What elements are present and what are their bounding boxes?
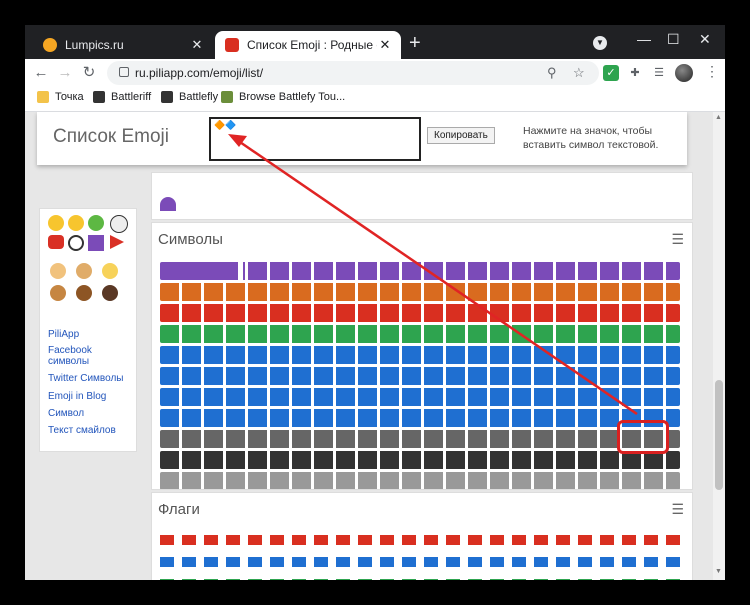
sidebar-link-emoji-blog[interactable]: Emoji in Blog <box>48 391 106 402</box>
scroll-up-icon[interactable]: ▲ <box>715 114 722 121</box>
recycle-symbol-row[interactable] <box>160 325 680 343</box>
maximize-icon[interactable]: ☐ <box>667 31 680 48</box>
forward-icon[interactable]: → <box>55 63 75 83</box>
bookmark-battlefy[interactable]: Browse Battlefy Tou... <box>221 91 345 103</box>
sidebar: PiliApp Facebook символы Twitter Символы… <box>39 208 137 452</box>
new-tab-button[interactable]: + <box>409 33 421 53</box>
hint-text: Нажмите на значок, чтобы вставить символ… <box>523 125 659 151</box>
extension-check-icon[interactable]: ✓ <box>603 65 619 81</box>
folder-icon <box>37 91 49 103</box>
bookmark-label: Точка <box>55 91 84 103</box>
address-bar[interactable]: ru.piliapp.com/emoji/list/ ⚲ ☆ <box>107 61 599 85</box>
selected-diamond-highlight <box>617 420 669 454</box>
tab-search-icon[interactable]: ▼ <box>593 36 607 50</box>
tab-title: Список Emoji : Родные символы <box>247 38 377 52</box>
flag-row[interactable] <box>160 579 680 580</box>
minimize-icon[interactable]: — <box>637 31 651 47</box>
toolbar: ← → ↻ ru.piliapp.com/emoji/list/ ⚲ ☆ ✓ ✚… <box>25 59 725 87</box>
page-content: Список Emoji 🔶🔷 Копировать Нажмите на зн… <box>25 112 713 580</box>
browser-window: Lumpics.ru ✕ Список Emoji : Родные симво… <box>25 25 725 580</box>
sidebar-link-symbol[interactable]: Символ <box>48 408 84 419</box>
previous-emoji-panel <box>151 172 693 220</box>
zodiac-symbol-row[interactable] <box>160 262 680 280</box>
copy-button[interactable]: Копировать <box>427 127 495 144</box>
flags-section: Флаги ☰ <box>151 492 693 580</box>
sidebar-people-preview[interactable] <box>46 263 130 303</box>
emoji-textarea[interactable]: 🔶🔷 <box>209 117 421 161</box>
bookmarks-bar: Точка Battleriff Battlefly Browse Battle… <box>25 87 725 112</box>
battleriff-icon <box>93 91 105 103</box>
sidebar-link-twitter[interactable]: Twitter Символы <box>48 373 123 384</box>
section-menu-icon[interactable]: ☰ <box>671 231 684 248</box>
emoji-input-value: 🔶🔷 <box>214 120 237 130</box>
section-menu-icon[interactable]: ☰ <box>671 501 684 518</box>
bookmark-tochka[interactable]: Точка <box>37 91 84 103</box>
search-icon[interactable]: ⚲ <box>547 65 557 81</box>
clock-symbol-row[interactable] <box>160 472 680 489</box>
menu-icon[interactable]: ⋮ <box>705 63 719 80</box>
close-window-icon[interactable]: ✕ <box>699 31 711 48</box>
sidebar-emoji-preview[interactable] <box>46 215 130 253</box>
piliapp-favicon-icon <box>225 38 239 52</box>
reload-icon[interactable]: ↻ <box>79 63 99 83</box>
tab-strip: Lumpics.ru ✕ Список Emoji : Родные симво… <box>25 25 725 59</box>
tab-close-icon[interactable]: ✕ <box>189 37 205 53</box>
bookmark-battlefly[interactable]: Battlefly <box>161 91 218 103</box>
bookmark-label: Battlefly <box>179 91 219 103</box>
profile-avatar[interactable] <box>675 64 693 82</box>
warning-symbol-row[interactable] <box>160 304 680 322</box>
symbols-section: Символы ☰ <box>151 222 693 490</box>
lock-icon <box>119 67 129 77</box>
tab-lumpics[interactable]: Lumpics.ru ✕ <box>33 31 213 59</box>
sidebar-link-text-smileys[interactable]: Текст смайлов <box>48 425 116 436</box>
bookmark-battleriff[interactable]: Battleriff <box>93 91 151 103</box>
battlefly-icon <box>161 91 173 103</box>
japanese-symbol-row[interactable] <box>160 283 680 301</box>
back-icon[interactable]: ← <box>31 63 51 83</box>
section-title: Флаги <box>158 501 200 518</box>
flag-row[interactable] <box>160 557 680 567</box>
sign-symbol-row[interactable] <box>160 451 680 469</box>
tab-close-icon[interactable]: ✕ <box>377 37 393 53</box>
sidebar-link-facebook[interactable]: Facebook символы <box>48 345 128 367</box>
flag-row[interactable] <box>160 535 680 545</box>
shape-symbol-row[interactable] <box>160 430 680 448</box>
control-symbol-row[interactable] <box>160 388 680 406</box>
bookmark-star-icon[interactable]: ☆ <box>573 65 585 81</box>
section-title: Символы <box>158 231 223 248</box>
sidebar-link-piliapp[interactable]: PiliApp <box>48 329 79 340</box>
transport-symbol-row[interactable] <box>160 346 680 364</box>
tab-emoji-list[interactable]: Список Emoji : Родные символы ✕ <box>215 31 401 59</box>
reading-list-icon[interactable]: ☰ <box>651 65 667 81</box>
umbrella-icon[interactable] <box>160 197 176 211</box>
page-title: Список Emoji <box>53 126 170 147</box>
url-text: ru.piliapp.com/emoji/list/ <box>135 66 264 80</box>
page-scrollbar[interactable]: ▲ ▼ <box>713 112 725 580</box>
bookmark-label: Battleriff <box>111 91 152 103</box>
bookmark-label: Browse Battlefy Tou... <box>239 91 346 103</box>
extensions-puzzle-icon[interactable]: ✚ <box>627 65 643 81</box>
lumpics-favicon-icon <box>43 38 57 52</box>
arrow-symbol-row[interactable] <box>160 367 680 385</box>
music-symbol-row[interactable] <box>160 409 680 427</box>
tab-title: Lumpics.ru <box>65 38 124 52</box>
emoji-input-header: Список Emoji 🔶🔷 Копировать Нажмите на зн… <box>37 112 687 165</box>
battlefy-icon <box>221 91 233 103</box>
scroll-thumb[interactable] <box>715 380 723 490</box>
scroll-down-icon[interactable]: ▼ <box>715 568 722 575</box>
